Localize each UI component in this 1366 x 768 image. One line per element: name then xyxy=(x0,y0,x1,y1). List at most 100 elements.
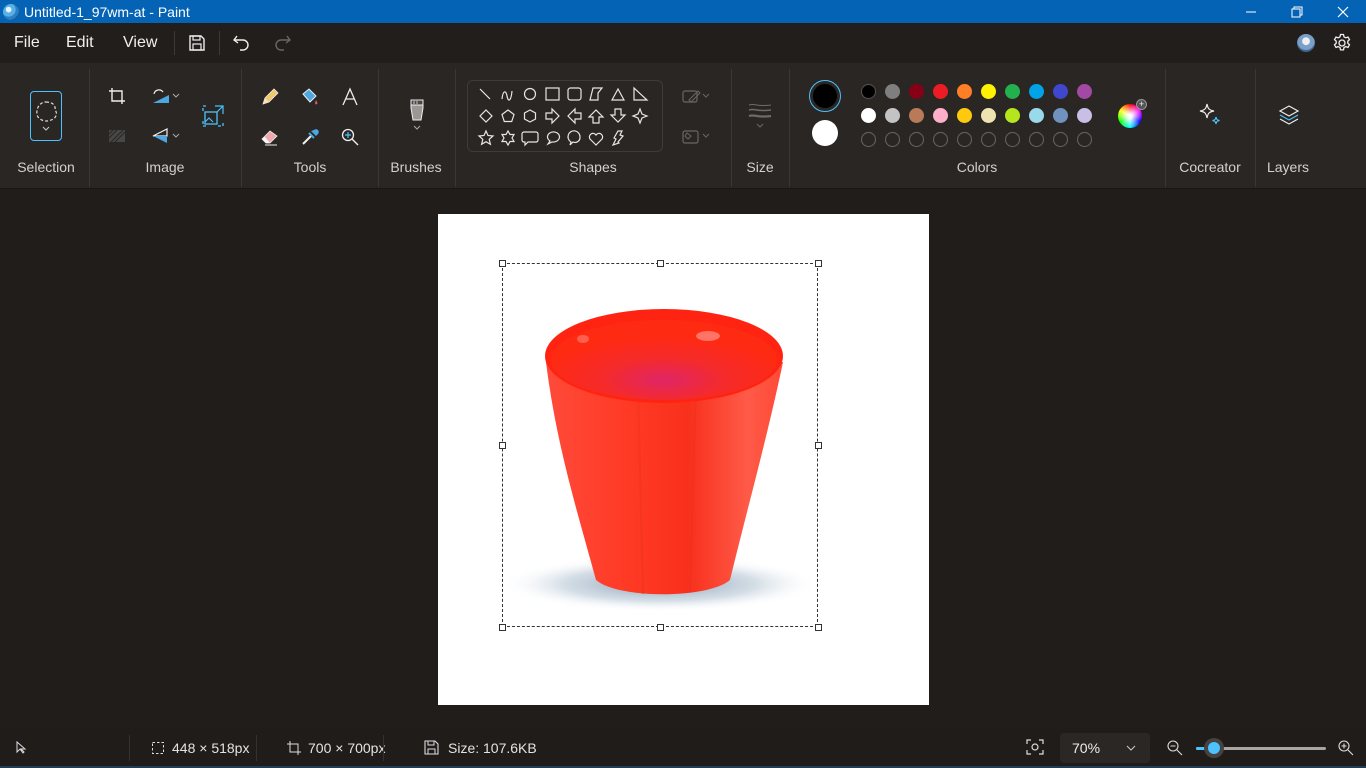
shape-rectangle-icon[interactable] xyxy=(545,87,560,101)
custom-color-slot[interactable] xyxy=(861,132,876,147)
custom-color-slot[interactable] xyxy=(1053,132,1068,147)
shape-up-arrow-icon[interactable] xyxy=(587,109,605,124)
shape-lightning-icon[interactable] xyxy=(611,130,625,147)
undo-button[interactable] xyxy=(230,31,254,55)
custom-color-slot[interactable] xyxy=(1077,132,1092,147)
redo-button[interactable] xyxy=(270,31,294,55)
color-swatch[interactable] xyxy=(1005,108,1020,123)
zoom-slider-thumb[interactable] xyxy=(1204,738,1225,758)
account-button[interactable] xyxy=(1294,31,1318,55)
shape-polygon-icon[interactable] xyxy=(589,87,604,101)
color-picker-button[interactable] xyxy=(298,125,322,149)
color-swatch[interactable] xyxy=(981,108,996,123)
custom-color-slot[interactable] xyxy=(957,132,972,147)
primary-color-button[interactable] xyxy=(809,80,841,112)
shape-hexagon-icon[interactable] xyxy=(523,109,537,123)
zoom-in-button[interactable] xyxy=(1337,739,1355,757)
cocreator-button[interactable] xyxy=(1196,101,1224,129)
zoom-level-dropdown[interactable]: 70% xyxy=(1060,733,1150,763)
custom-color-slot[interactable] xyxy=(981,132,996,147)
color-swatch[interactable] xyxy=(1077,84,1092,99)
selection-resize-handle[interactable] xyxy=(814,259,822,267)
shape-fill-button[interactable] xyxy=(676,125,716,147)
color-swatch[interactable] xyxy=(981,84,996,99)
size-button[interactable] xyxy=(745,93,775,139)
custom-color-slot[interactable] xyxy=(1029,132,1044,147)
shape-outline-button[interactable] xyxy=(676,85,716,107)
color-swatch[interactable] xyxy=(1029,108,1044,123)
color-swatch[interactable] xyxy=(909,108,924,123)
custom-color-slot[interactable] xyxy=(885,132,900,147)
resize-button[interactable] xyxy=(200,103,226,129)
pencil-button[interactable] xyxy=(258,85,282,109)
crop-button[interactable] xyxy=(106,85,128,107)
custom-color-slot[interactable] xyxy=(909,132,924,147)
custom-color-slot[interactable] xyxy=(1005,132,1020,147)
shape-four-point-star-icon[interactable] xyxy=(631,107,649,125)
shape-five-point-star-icon[interactable] xyxy=(477,129,495,146)
layers-button[interactable] xyxy=(1275,101,1303,129)
close-button[interactable] xyxy=(1320,0,1366,23)
color-swatch[interactable] xyxy=(933,108,948,123)
rotate-button[interactable] xyxy=(146,85,186,107)
zoom-slider[interactable] xyxy=(1196,738,1326,758)
color-swatch[interactable] xyxy=(933,84,948,99)
selection-resize-handle[interactable] xyxy=(656,623,664,631)
edit-colors-button[interactable]: + xyxy=(1115,99,1147,131)
minimize-button[interactable] xyxy=(1228,0,1274,23)
shape-curve-icon[interactable] xyxy=(501,90,513,101)
color-swatch[interactable] xyxy=(957,84,972,99)
flip-button[interactable] xyxy=(146,125,186,147)
fill-button[interactable] xyxy=(298,85,322,109)
text-button[interactable] xyxy=(338,85,362,109)
save-button[interactable] xyxy=(185,31,209,55)
remove-background-button[interactable] xyxy=(106,125,128,147)
shape-right-triangle-icon[interactable] xyxy=(633,86,649,101)
shape-rounded-rectangle-icon[interactable] xyxy=(567,87,582,101)
eraser-button[interactable] xyxy=(258,125,282,149)
shape-pentagon-icon[interactable] xyxy=(501,109,515,123)
shape-oval-callout-icon[interactable] xyxy=(546,131,561,146)
shape-down-arrow-icon[interactable] xyxy=(609,108,627,123)
shape-oval-icon[interactable] xyxy=(523,87,537,101)
color-swatch[interactable] xyxy=(1077,108,1092,123)
color-swatch[interactable] xyxy=(885,84,900,99)
selection-marquee[interactable] xyxy=(502,263,818,627)
shape-six-point-star-icon[interactable] xyxy=(500,129,516,147)
shape-right-arrow-icon[interactable] xyxy=(545,107,560,125)
shape-heart-icon[interactable] xyxy=(588,132,604,146)
color-swatch[interactable] xyxy=(1029,84,1044,99)
color-swatch[interactable] xyxy=(861,108,876,123)
color-swatch[interactable] xyxy=(1053,84,1068,99)
secondary-color-button[interactable] xyxy=(812,120,838,146)
settings-button[interactable] xyxy=(1330,31,1354,55)
menu-edit[interactable]: Edit xyxy=(66,34,94,52)
color-swatch[interactable] xyxy=(957,108,972,123)
shape-rounded-callout-icon[interactable] xyxy=(521,131,539,147)
menu-file[interactable]: File xyxy=(14,34,40,52)
color-swatch[interactable] xyxy=(861,84,876,99)
shape-left-arrow-icon[interactable] xyxy=(567,107,582,125)
selection-tool-button[interactable] xyxy=(30,91,62,141)
shape-triangle-icon[interactable] xyxy=(610,87,626,101)
color-swatch[interactable] xyxy=(1053,108,1068,123)
shape-diamond-icon[interactable] xyxy=(479,109,493,123)
color-swatch[interactable] xyxy=(885,108,900,123)
fit-to-window-button[interactable] xyxy=(1026,739,1046,757)
magnifier-button[interactable] xyxy=(338,125,362,149)
selection-resize-handle[interactable] xyxy=(814,441,822,449)
zoom-out-button[interactable] xyxy=(1166,739,1184,757)
selection-resize-handle[interactable] xyxy=(814,623,822,631)
menu-view[interactable]: View xyxy=(123,34,157,52)
custom-color-slot[interactable] xyxy=(933,132,948,147)
selection-resize-handle[interactable] xyxy=(498,623,506,631)
brushes-button[interactable] xyxy=(402,91,432,139)
selection-resize-handle[interactable] xyxy=(498,441,506,449)
color-swatch[interactable] xyxy=(909,84,924,99)
selection-resize-handle[interactable] xyxy=(656,259,664,267)
restore-button[interactable] xyxy=(1274,0,1320,23)
shape-line-icon[interactable] xyxy=(479,88,491,100)
selection-resize-handle[interactable] xyxy=(498,259,506,267)
shape-cloud-callout-icon[interactable] xyxy=(567,130,581,146)
color-swatch[interactable] xyxy=(1005,84,1020,99)
